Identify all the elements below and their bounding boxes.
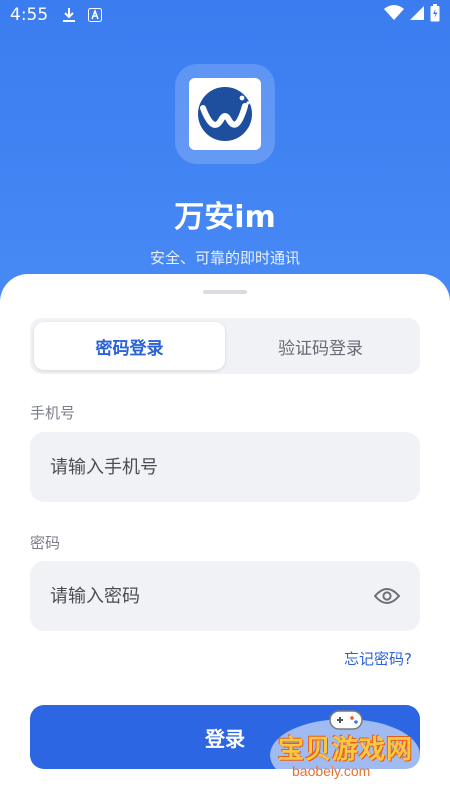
watermark-title: 宝贝游戏网 — [278, 735, 414, 765]
watermark-url: baobeiy.com — [292, 763, 371, 779]
watermark: 宝贝游戏网 baobeiy.com — [270, 705, 430, 795]
phone-field-box — [30, 432, 420, 502]
eye-icon[interactable] — [374, 586, 400, 606]
wanan-logo-icon — [198, 87, 252, 141]
tab-password-login[interactable]: 密码登录 — [34, 322, 225, 370]
phone-input[interactable] — [50, 456, 400, 478]
status-bar: 4:55 — [0, 0, 450, 30]
password-input[interactable] — [50, 585, 374, 607]
wifi-icon — [384, 5, 404, 25]
download-icon — [62, 7, 76, 23]
a-notification-icon — [88, 8, 103, 22]
password-label: 密码 — [30, 534, 61, 552]
app-subtitle: 安全、可靠的即时通讯 — [149, 249, 300, 267]
app-title: 万安im — [174, 200, 276, 235]
password-field-box — [30, 561, 420, 631]
phone-label: 手机号 — [30, 404, 76, 422]
forgot-password-link[interactable]: 忘记密码? — [344, 648, 412, 669]
signal-icon — [410, 5, 424, 25]
tab-code-login[interactable]: 验证码登录 — [225, 322, 416, 370]
status-right — [384, 4, 440, 26]
status-time: 4:55 — [10, 5, 49, 25]
login-tabs: 密码登录 验证码登录 — [30, 318, 420, 374]
battery-icon — [430, 4, 440, 26]
sheet-handle[interactable] — [203, 290, 247, 294]
app-logo — [175, 64, 275, 164]
logo-tile — [189, 78, 261, 150]
